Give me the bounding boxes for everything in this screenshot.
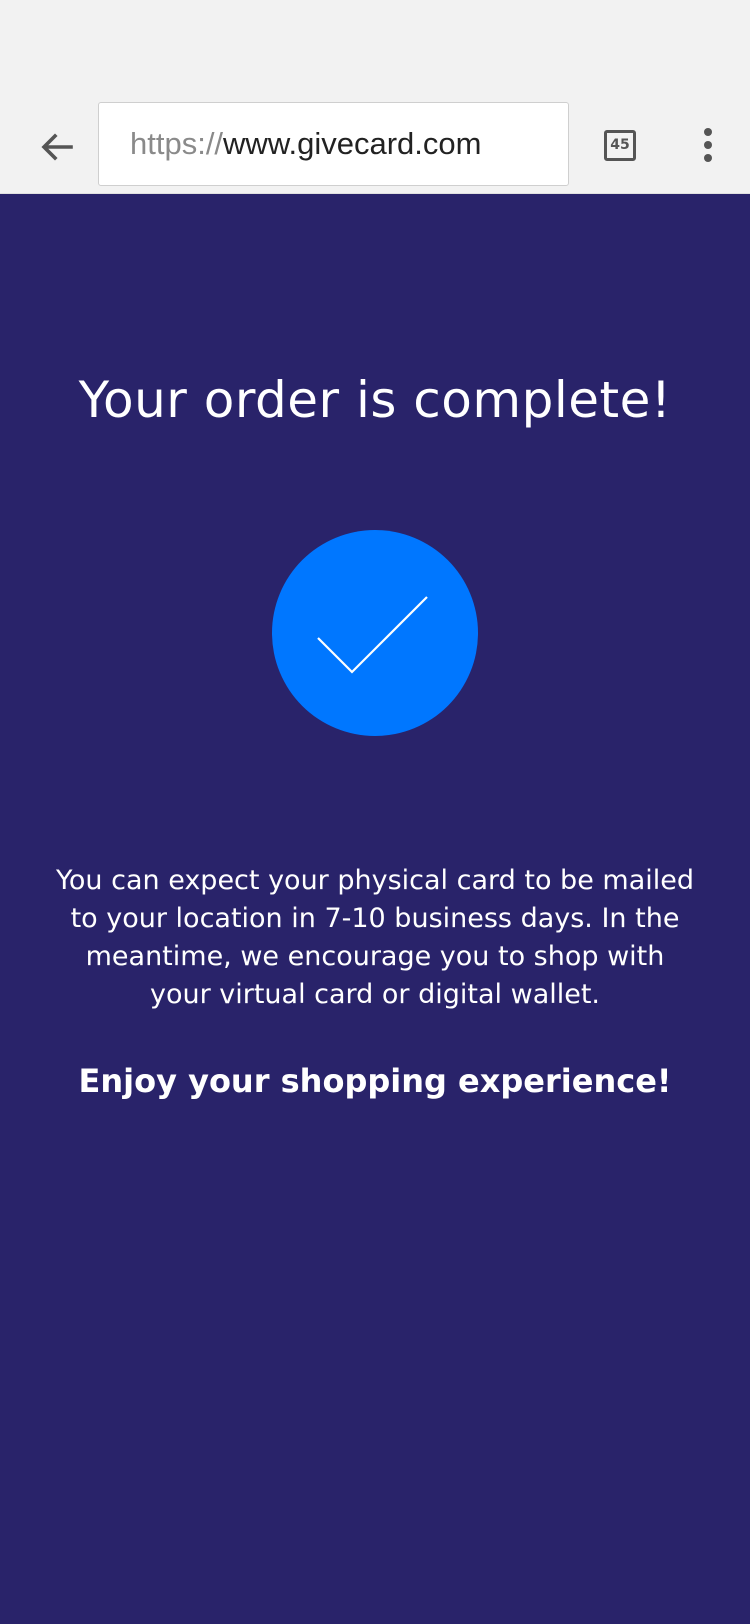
success-badge xyxy=(272,530,478,736)
back-button[interactable] xyxy=(28,118,86,176)
address-bar[interactable]: https://www.givecard.com xyxy=(98,102,569,186)
arrow-back-icon xyxy=(41,133,73,161)
checkmark-icon xyxy=(317,596,428,674)
url-scheme: https:// xyxy=(130,126,224,161)
status-bar xyxy=(0,0,750,100)
more-menu-button[interactable] xyxy=(690,120,726,170)
browser-toolbar: https://www.givecard.com 45 xyxy=(0,100,750,194)
tab-count: 45 xyxy=(610,137,630,153)
closing-message: Enjoy your shopping experience! xyxy=(78,1062,672,1100)
url-host: www.givecard.com xyxy=(223,126,482,161)
tabs-icon: 45 xyxy=(604,129,636,161)
page-title: Your order is complete! xyxy=(78,371,672,429)
tabs-button[interactable]: 45 xyxy=(598,123,642,167)
order-message: You can expect your physical card to be … xyxy=(55,865,694,1010)
more-vert-icon xyxy=(704,128,712,136)
